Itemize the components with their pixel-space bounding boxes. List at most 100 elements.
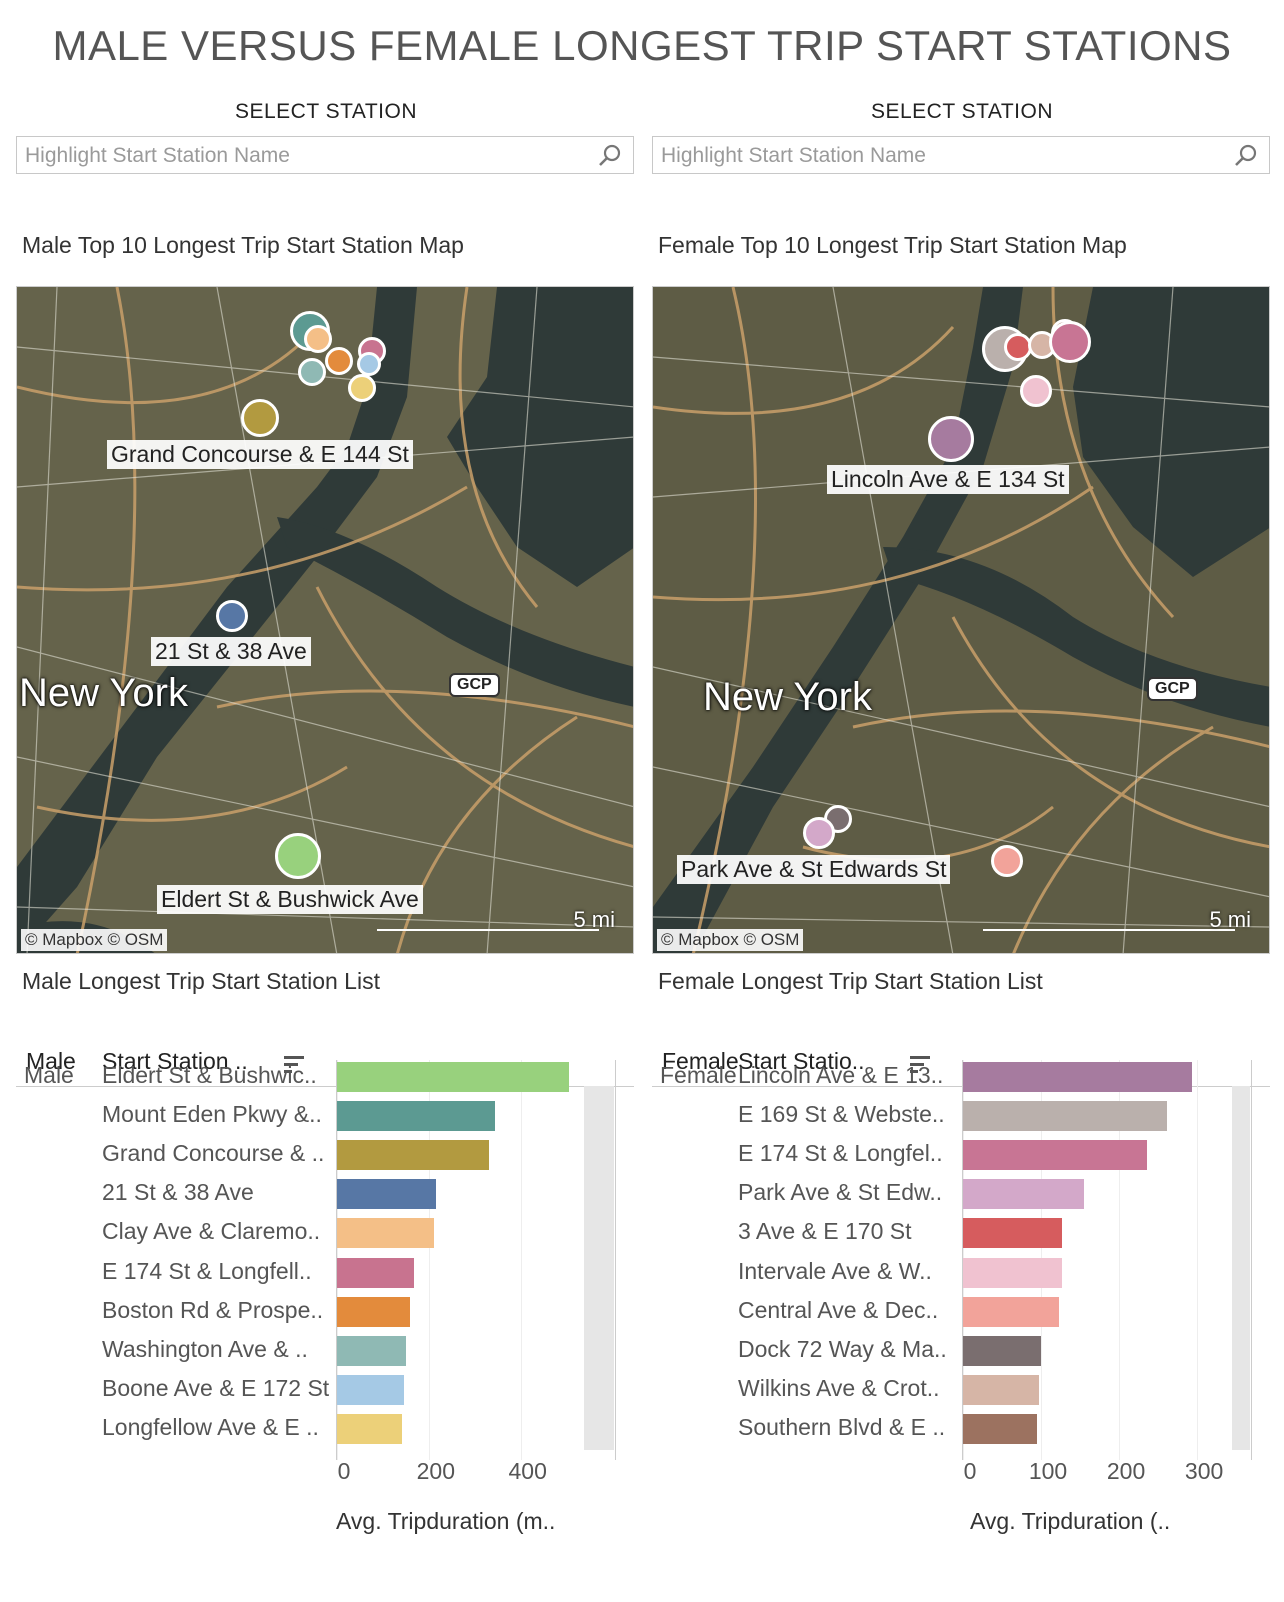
station-label[interactable]: Dock 72 Way & Ma..	[738, 1336, 947, 1363]
bar[interactable]	[337, 1374, 404, 1405]
female-search-input[interactable]	[659, 141, 1223, 171]
map-background	[653, 287, 1269, 953]
male-map-title: Male Top 10 Longest Trip Start Station M…	[22, 232, 464, 258]
male-station-search[interactable]	[16, 136, 634, 174]
station-label[interactable]: Longfellow Ave & E ..	[102, 1414, 319, 1441]
map-marker[interactable]	[1049, 321, 1091, 363]
map-marker[interactable]	[928, 416, 974, 462]
bar[interactable]	[963, 1062, 1192, 1092]
map-label: Grand Concourse & E 144 St	[107, 440, 413, 469]
map-marker[interactable]	[991, 845, 1023, 877]
map-label: Park Ave & St Edwards St	[677, 855, 951, 884]
bar[interactable]	[337, 1413, 403, 1444]
bar[interactable]	[337, 1101, 495, 1132]
station-label[interactable]: Boone Ave & E 172 St	[102, 1375, 329, 1402]
bar[interactable]	[963, 1101, 1168, 1132]
scale-bar	[377, 929, 599, 931]
axis-tick-label: 200	[416, 1458, 456, 1484]
select-station-label: SELECT STATION	[870, 100, 1054, 123]
gridline	[520, 1060, 522, 1460]
bar[interactable]	[963, 1413, 1038, 1444]
map-marker[interactable]	[1020, 375, 1052, 407]
male-axis-title: Avg. Tripduration (m..	[336, 1508, 556, 1534]
search-icon[interactable]	[1233, 143, 1259, 169]
axis-tick-label: 400	[508, 1458, 547, 1484]
bar[interactable]	[337, 1257, 414, 1288]
scale-label: 5 mi	[573, 907, 615, 932]
map-label: Lincoln Ave & E 134 St	[827, 465, 1069, 494]
map-attribution[interactable]: © Mapbox © OSM	[21, 929, 168, 951]
male-list-title: Male Longest Trip Start Station List	[22, 968, 380, 994]
axis-tick-label: 300	[1184, 1458, 1224, 1484]
bar[interactable]	[963, 1257, 1063, 1288]
station-label[interactable]: 3 Ave & E 170 St	[738, 1218, 911, 1245]
station-label[interactable]: Washington Ave & ..	[102, 1336, 308, 1363]
map-marker[interactable]	[325, 347, 353, 375]
bar[interactable]	[963, 1296, 1059, 1327]
station-label[interactable]: Intervale Ave & W..	[738, 1258, 932, 1285]
map-label: Eldert St & Bushwick Ave	[157, 885, 423, 914]
male-bar-plot	[336, 1060, 616, 1460]
female-station-search[interactable]	[652, 136, 1270, 174]
female-map[interactable]: Lincoln Ave & E 134 St Park Ave & St Edw…	[652, 286, 1270, 954]
male-search-input[interactable]	[23, 141, 587, 171]
gridline	[1197, 1060, 1199, 1460]
map-marker[interactable]	[298, 358, 326, 386]
select-station-label: SELECT STATION	[234, 100, 418, 123]
female-panel: SELECT STATION Female Top 10 Longest Tri…	[652, 0, 1272, 1602]
station-label[interactable]: Boston Rd & Prospe..	[102, 1297, 323, 1324]
gender-value: Male	[24, 1062, 74, 1088]
gender-value: Female	[660, 1062, 737, 1088]
female-axis-title: Avg. Tripduration (..	[970, 1508, 1171, 1534]
station-label[interactable]: Wilkins Ave & Crot..	[738, 1375, 940, 1402]
map-marker[interactable]	[241, 399, 279, 437]
station-label[interactable]: E 174 St & Longfel..	[738, 1140, 943, 1167]
bar[interactable]	[963, 1179, 1084, 1210]
bar[interactable]	[337, 1179, 436, 1210]
highway-shield: GCP	[1147, 677, 1198, 701]
male-map[interactable]: Grand Concourse & E 144 St 21 St & 38 Av…	[16, 286, 634, 954]
bar[interactable]	[337, 1062, 569, 1092]
female-bar-plot	[962, 1060, 1252, 1460]
station-label[interactable]: Grand Concourse & ..	[102, 1140, 324, 1167]
map-marker[interactable]	[357, 352, 381, 376]
female-map-title: Female Top 10 Longest Trip Start Station…	[658, 232, 1127, 258]
map-marker[interactable]	[304, 325, 332, 353]
bar[interactable]	[337, 1296, 410, 1327]
axis-tick-label: 100	[1028, 1458, 1068, 1484]
male-panel: SELECT STATION Male Top 10 Longest Trip …	[16, 0, 636, 1602]
female-list-title: Female Longest Trip Start Station List	[658, 968, 1043, 994]
station-label[interactable]: Park Ave & St Edw..	[738, 1179, 942, 1206]
bar[interactable]	[963, 1218, 1063, 1249]
map-label: 21 St & 38 Ave	[151, 637, 311, 666]
bar[interactable]	[963, 1140, 1148, 1171]
station-label[interactable]: Eldert St & Bushwic..	[102, 1062, 317, 1089]
station-label[interactable]: Central Ave & Dec..	[738, 1297, 938, 1324]
station-label[interactable]: Lincoln Ave & E 13..	[738, 1062, 943, 1089]
map-background	[17, 287, 633, 953]
station-label[interactable]: E 169 St & Webste..	[738, 1101, 945, 1128]
map-city-label: New York	[703, 675, 872, 719]
station-label[interactable]: Mount Eden Pkwy &..	[102, 1101, 322, 1128]
bar[interactable]	[337, 1218, 435, 1249]
map-marker[interactable]	[216, 600, 248, 632]
map-marker[interactable]	[275, 833, 321, 879]
scale-label: 5 mi	[1209, 907, 1251, 932]
map-marker[interactable]	[803, 817, 835, 849]
bar[interactable]	[337, 1140, 489, 1171]
station-label[interactable]: Southern Blvd & E ..	[738, 1414, 945, 1441]
axis-tick-label: 0	[963, 1458, 977, 1484]
bar[interactable]	[337, 1335, 406, 1366]
search-icon[interactable]	[597, 143, 623, 169]
axis-tick-label: 200	[1106, 1458, 1146, 1484]
axis-tick-label: 0	[337, 1458, 351, 1484]
map-attribution[interactable]: © Mapbox © OSM	[657, 929, 804, 951]
bar[interactable]	[963, 1335, 1042, 1366]
scale-bar	[983, 929, 1235, 931]
highway-shield: GCP	[449, 673, 500, 697]
station-label[interactable]: E 174 St & Longfell..	[102, 1258, 312, 1285]
map-marker[interactable]	[348, 374, 376, 402]
station-label[interactable]: 21 St & 38 Ave	[102, 1179, 254, 1206]
station-label[interactable]: Clay Ave & Claremo..	[102, 1218, 320, 1245]
bar[interactable]	[963, 1374, 1040, 1405]
